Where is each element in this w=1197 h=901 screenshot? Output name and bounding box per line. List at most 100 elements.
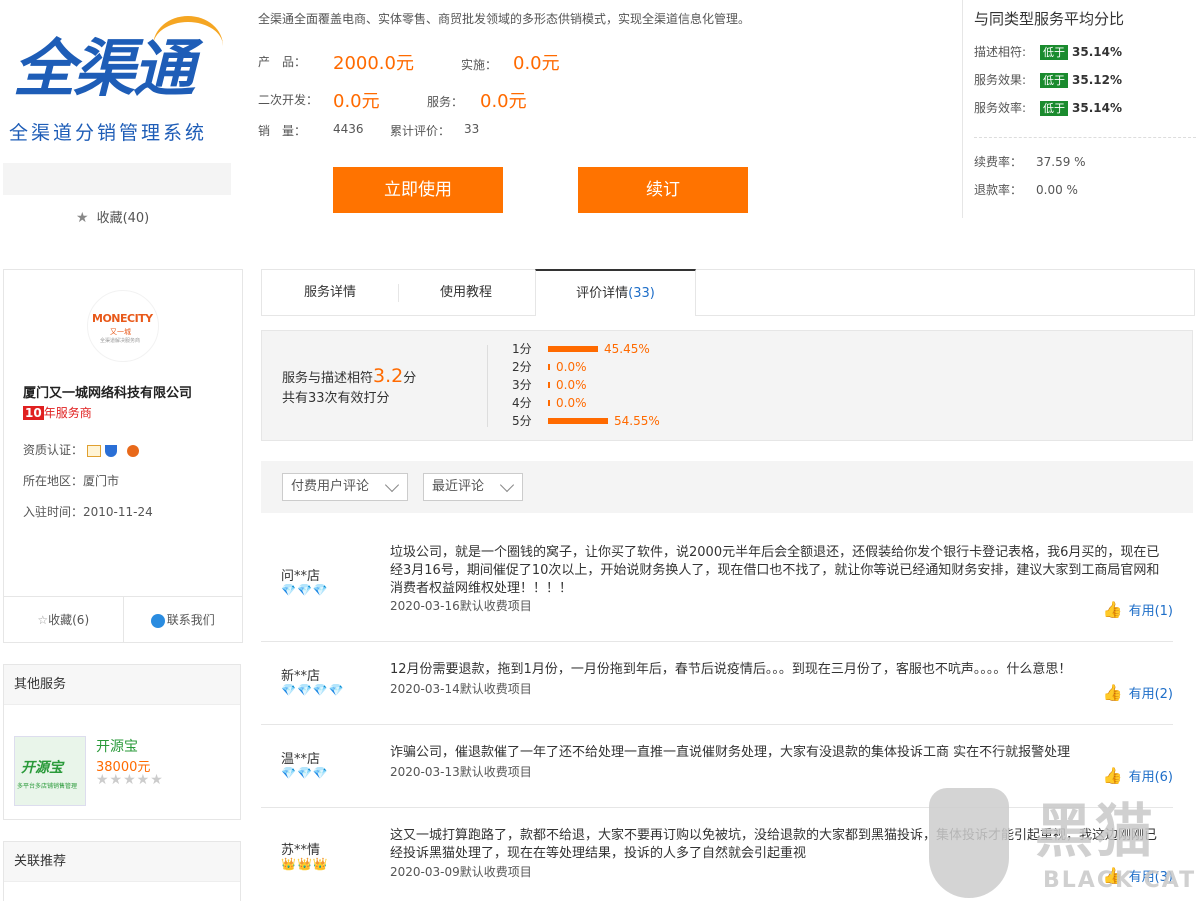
useful-label: 有用(1): [1128, 604, 1173, 619]
rating-count-label: 累计评价：: [390, 124, 451, 138]
user-level-icons: 💎💎💎: [281, 766, 329, 780]
distribution-label: 1分: [512, 342, 532, 356]
star-outline-icon: ☆: [37, 613, 49, 627]
license-icon: [86, 444, 101, 457]
review-item: 新**店 💎💎💎💎 12月份需要退款，拖到1月份，一月份拖到年后，春节后说疫情后…: [261, 642, 1173, 725]
other-service-name[interactable]: 开源宝: [96, 736, 138, 756]
tab-tutorial[interactable]: 使用教程: [398, 270, 534, 316]
sort-dropdown[interactable]: 最近评论: [423, 473, 523, 501]
distribution-percent: 45.45%: [604, 342, 650, 356]
tab-reviews-count: (33): [628, 286, 655, 301]
distribution-bar: [548, 418, 608, 424]
watermark-cn: 黑猫: [1035, 797, 1156, 865]
distribution-percent: 0.0%: [556, 396, 587, 410]
service-label: 服务：: [427, 95, 464, 109]
distribution-row: 5分 54.55%: [512, 413, 660, 429]
company-favorite-button[interactable]: ☆收藏(6): [4, 597, 124, 642]
useful-button[interactable]: 👍 有用(2): [1103, 683, 1173, 702]
comparison-row: 服务效果: 低于 35.12%: [974, 71, 1122, 88]
review-date: 2020-03-09默认收费项目: [390, 865, 532, 879]
related-title: 关联推荐: [4, 842, 240, 882]
sales-value: 4436: [333, 122, 364, 136]
review-text: 12月份需要退款，拖到1月份，一月份拖到年后，春节后说疫情后。。。到现在三月份了…: [390, 662, 1072, 677]
renew-button[interactable]: 续订: [578, 167, 748, 213]
other-service-thumbnail[interactable]: 开源宝 多平台多店铺销售管理: [14, 736, 86, 806]
review-user: 苏**情: [281, 843, 321, 858]
star-icon: ★: [76, 210, 89, 226]
score-divider: [487, 345, 488, 427]
joined-label: 入驻时间：: [23, 505, 84, 519]
chevron-down-icon: [499, 477, 515, 493]
company-logo-text: MONECITY: [92, 312, 153, 325]
distribution-label: 2分: [512, 360, 532, 374]
distribution-percent: 54.55%: [614, 414, 660, 428]
comparison-row: 服务效率: 低于 35.14%: [974, 99, 1122, 116]
cat-logo-icon: [929, 788, 1009, 898]
cert-label: 资质认证：: [23, 443, 84, 457]
thumbs-up-icon: 👍: [1102, 766, 1123, 785]
favorite-label: 收藏(40): [96, 211, 150, 226]
review-item: 问**店 💎💎💎 垃圾公司，就是一个圈钱的窝子，让你买了软件，说2000元半年后…: [261, 530, 1173, 642]
refund-rate: 退款率： 0.00 %: [974, 181, 1078, 198]
blackcat-watermark: 黑猫 BLACK CAT: [925, 784, 1197, 901]
useful-label: 有用(6): [1128, 770, 1173, 785]
sort-value: 最近评论: [432, 479, 485, 494]
tab-bar: 服务详情 使用教程 评价详情(33): [261, 269, 1195, 316]
impl-value: 0.0元: [513, 53, 560, 74]
review-type-dropdown[interactable]: 付费用户评论: [282, 473, 408, 501]
company-card: MONECITY 又一城 全渠道解决服务商 厦门又一城网络科技有限公司 10 年服…: [3, 269, 243, 643]
comparison-panel: 与同类型服务平均分比 描述相符: 低于 35.14% 服务效果: 低于 35.12% 服…: [962, 0, 1197, 218]
comparison-title: 与同类型服务平均分比: [974, 10, 1125, 28]
company-logo-small: 全渠道解决服务商: [100, 338, 141, 344]
logo-text: 全渠通: [13, 32, 195, 105]
comparison-value: 35.12%: [1072, 73, 1123, 87]
product-description: 全渠通全面覆盖电商、实体零售、商贸批发领域的多形态供销模式，实现全渠道信息化管理…: [258, 12, 751, 26]
comparison-value: 35.14%: [1072, 101, 1123, 115]
comparison-label: 服务效果:: [974, 73, 1027, 87]
badge-icon: [126, 444, 139, 457]
thumbs-up-icon: 👍: [1102, 600, 1123, 619]
useful-button[interactable]: 👍 有用(6): [1103, 766, 1173, 785]
tab-service-details[interactable]: 服务详情: [262, 270, 398, 316]
company-name[interactable]: 厦门又一城网络科技有限公司: [23, 382, 192, 401]
low-badge: 低于: [1040, 73, 1069, 88]
score-main: 服务与描述相符3.2分: [282, 365, 416, 387]
thumbnail-caption: 多平台多店铺销售管理: [17, 783, 78, 790]
refund-label: 退款率：: [974, 183, 1023, 197]
logo-thumbnail-strip: [3, 163, 231, 195]
useful-label: 有用(2): [1128, 687, 1173, 702]
review-user: 新**店: [281, 669, 321, 684]
score-suffix: 分: [403, 371, 417, 386]
thumbnail-title: 开源宝: [21, 760, 63, 776]
other-services-box: 其他服务 开源宝 多平台多店铺销售管理 开源宝 38000元 ★★★★★: [3, 664, 241, 820]
contact-button[interactable]: 联系我们: [124, 597, 243, 642]
distribution-label: 4分: [512, 396, 532, 410]
joined-value: 2010-11-24: [83, 505, 153, 519]
sales-label: 销 量：: [258, 124, 307, 138]
distribution-row: 2分 0.0%: [512, 359, 587, 375]
favorite-button[interactable]: ★ 收藏(40): [76, 207, 149, 226]
renewal-rate: 续费率： 37.59 %: [974, 153, 1086, 170]
tab-reviews[interactable]: 评价详情(33): [535, 269, 696, 316]
review-date: 2020-03-13默认收费项目: [390, 765, 532, 779]
distribution-row: 4分 0.0%: [512, 395, 587, 411]
distribution-percent: 0.0%: [556, 360, 587, 374]
use-now-button[interactable]: 立即使用: [333, 167, 503, 213]
product-logo: 全渠通 全渠道分销管理系统: [3, 0, 231, 160]
rating-stars: ★★★★★: [96, 772, 164, 788]
related-box: 关联推荐: [3, 841, 241, 901]
price-label: 产 品：: [258, 55, 307, 69]
useful-button[interactable]: 👍 有用(1): [1103, 600, 1173, 619]
distribution-percent: 0.0%: [556, 378, 587, 392]
comparison-row: 描述相符: 低于 35.14%: [974, 43, 1122, 60]
impl-label: 实施：: [461, 58, 498, 72]
review-text: 垃圾公司，就是一个圈钱的窝子，让你买了软件，说2000元半年后会全额退还，还假装…: [390, 545, 1160, 596]
shield-icon: [104, 444, 117, 457]
score-count: 共有33次有效打分: [282, 391, 390, 406]
rating-count-value: 33: [464, 122, 480, 136]
company-actions: ☆收藏(6) 联系我们: [4, 596, 242, 642]
filter-bar: 付费用户评论 最近评论: [261, 461, 1193, 513]
user-level-icons: 👑👑👑: [281, 857, 329, 871]
certification-row: 资质认证：: [23, 441, 139, 458]
watermark-en: BLACK CAT: [1043, 868, 1197, 893]
